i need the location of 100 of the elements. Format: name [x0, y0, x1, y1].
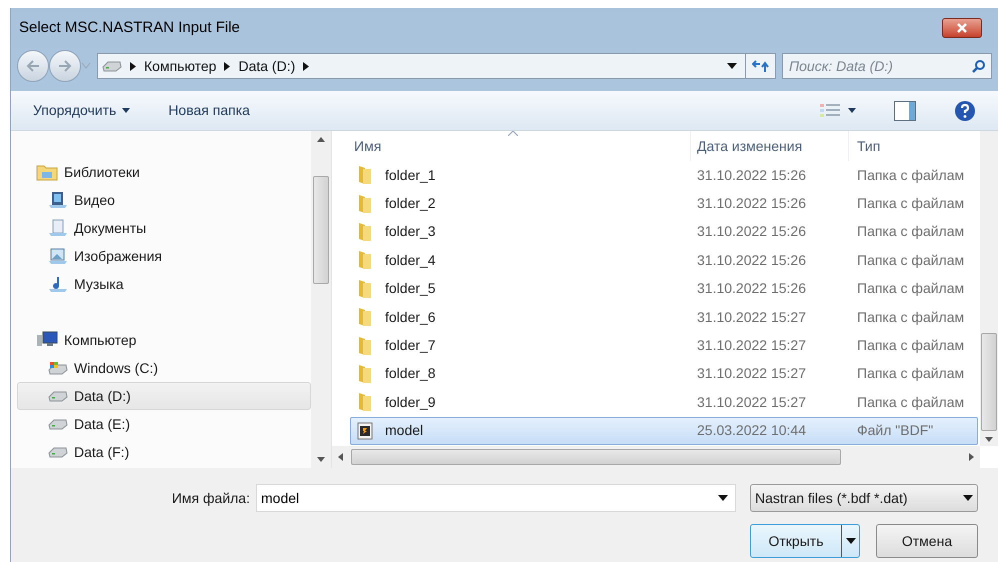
library-folder-icon	[36, 163, 58, 181]
filename-field[interactable]: model	[256, 484, 736, 512]
scroll-thumb[interactable]	[351, 449, 841, 465]
file-row[interactable]: folder_9 31.10.2022 15:27 Папка с файлам	[350, 388, 978, 417]
date-cell-text: 25.03.2022 10:44	[696, 421, 807, 440]
date-cell-text: 31.10.2022 15:26	[696, 279, 807, 298]
breadcrumb-arrow-icon[interactable]	[130, 62, 136, 70]
date-cell-text: 31.10.2022 15:27	[696, 336, 807, 356]
close-button[interactable]	[942, 18, 982, 38]
nav-item[interactable]: Windows (C:)	[17, 354, 311, 382]
new-folder-button[interactable]: Новая папка	[168, 100, 250, 121]
file-row[interactable]: folder_6 31.10.2022 15:27 Папка с файлам	[350, 302, 978, 332]
help-icon[interactable]	[954, 100, 976, 122]
file-row[interactable]: folder_1 31.10.2022 15:26 Папка с файлам	[350, 161, 978, 190]
file-row[interactable]: folder_7 31.10.2022 15:27 Папка с файлам	[350, 331, 978, 360]
nav-item[interactable]: Data (E:)	[17, 410, 311, 438]
scroll-thumb[interactable]	[313, 176, 329, 284]
file-type-dropdown[interactable]: Nastran files (*.bdf *.dat)	[750, 484, 978, 512]
dropdown-arrow-icon	[963, 495, 973, 501]
filename-label: Имя файла:	[172, 488, 250, 508]
scroll-thumb[interactable]	[981, 333, 997, 431]
date-cell-text: 31.10.2022 15:26	[696, 194, 807, 214]
file-row[interactable]: folder_2 31.10.2022 15:26 Папка с файлам	[350, 189, 978, 218]
folder-icon	[357, 336, 373, 356]
close-icon	[956, 23, 968, 33]
nav-item[interactable]: Музыка	[17, 270, 311, 298]
file-name: folder_6	[385, 308, 436, 327]
breadcrumb-link[interactable]: Data (D:)	[238, 56, 296, 76]
file-name: folder_7	[385, 336, 436, 356]
refresh-arrows-icon	[752, 59, 770, 73]
folder-icon	[357, 194, 373, 214]
type-cell-text: Папка с файлам	[856, 250, 966, 270]
type-cell-text: Папка с файлам	[856, 392, 966, 412]
drive-icon	[48, 446, 68, 458]
drive-icon	[48, 390, 68, 402]
folder-icon	[357, 278, 373, 299]
address-bar[interactable]: Компьютер Data (D:)	[97, 53, 776, 79]
breadcrumb-link[interactable]: Компьютер	[144, 56, 216, 76]
file-row[interactable]: model 25.03.2022 10:44 Файл "BDF"	[350, 416, 978, 445]
file-icon	[357, 422, 373, 440]
scroll-down-icon[interactable]	[985, 437, 993, 442]
file-row[interactable]: folder_8 31.10.2022 15:27 Папка с файлам	[350, 360, 978, 388]
view-dropdown-icon[interactable]	[848, 108, 856, 113]
list-scrollbar[interactable]	[980, 131, 998, 446]
type-cell-text: Папка с файлам	[856, 194, 966, 214]
computer-icon	[36, 331, 58, 349]
organize-button[interactable]: Упорядочить	[33, 100, 130, 121]
column-header[interactable]: Тип	[848, 131, 978, 161]
nav-item[interactable]: Изображения	[17, 242, 311, 270]
scroll-left-icon[interactable]	[338, 453, 343, 461]
nav-scrollbar[interactable]	[311, 131, 331, 468]
caret-icon	[122, 108, 130, 113]
drive-icon	[102, 60, 122, 72]
file-name: folder_8	[385, 364, 436, 384]
scroll-up-icon[interactable]	[317, 137, 325, 142]
preview-pane-icon[interactable]	[894, 100, 916, 120]
file-name: folder_9	[385, 392, 436, 412]
type-cell-text: Папка с файлам	[856, 222, 966, 242]
date-cell-text: 31.10.2022 15:27	[696, 364, 807, 384]
file-row[interactable]: folder_3 31.10.2022 15:26 Папка с файлам	[350, 218, 978, 246]
file-name: folder_3	[385, 222, 436, 242]
scroll-right-icon[interactable]	[969, 453, 974, 461]
breadcrumb-arrow-icon[interactable]	[303, 62, 310, 70]
file-name: folder_5	[385, 279, 436, 298]
image-icon	[48, 247, 68, 265]
date-cell-text: 31.10.2022 15:26	[696, 250, 807, 270]
column-header[interactable]: Дата изменения	[690, 131, 848, 161]
file-name: model	[385, 421, 424, 440]
dropdown-arrow-icon[interactable]	[846, 538, 856, 544]
nav-item[interactable]: Библиотеки	[17, 158, 311, 186]
forward-arrow-icon	[57, 59, 73, 73]
nav-item[interactable]: Data (F:)	[17, 438, 311, 466]
date-cell-text: 31.10.2022 15:26	[696, 222, 807, 242]
document-icon	[48, 219, 68, 237]
cancel-button[interactable]: Отмена	[876, 524, 978, 558]
type-cell-text: Папка с файлам	[856, 279, 966, 298]
address-dropdown-icon[interactable]	[727, 63, 737, 69]
date-cell-text: 31.10.2022 15:27	[696, 308, 807, 327]
search-icon	[972, 59, 986, 73]
nav-item[interactable]: Документы	[17, 214, 311, 242]
scroll-down-icon[interactable]	[317, 457, 325, 462]
date-cell-text: 31.10.2022 15:27	[696, 392, 807, 412]
type-cell-text: Папка с файлам	[856, 364, 966, 384]
folder-icon	[357, 250, 373, 270]
nav-item[interactable]: Видео	[17, 186, 311, 214]
dropdown-arrow-icon[interactable]	[718, 495, 728, 501]
search-field[interactable]: Поиск: Data (D:)	[782, 53, 992, 79]
breadcrumb-arrow-icon[interactable]	[224, 62, 230, 70]
file-row[interactable]: folder_4 31.10.2022 15:26 Папка с файлам	[350, 246, 978, 275]
open-split-button[interactable]: Открыть	[750, 524, 860, 558]
folder-icon	[357, 165, 373, 186]
column-header[interactable]: Имя	[350, 131, 690, 161]
horizontal-scrollbar[interactable]	[332, 446, 980, 468]
view-list-icon[interactable]	[820, 102, 840, 118]
type-cell-text: Папка с файлам	[856, 166, 966, 185]
nav-item[interactable]: Data (D:)	[17, 382, 311, 410]
nav-item[interactable]: Компьютер	[17, 326, 311, 354]
file-row[interactable]: folder_5 31.10.2022 15:26 Папка с файлам	[350, 274, 978, 303]
type-cell-text: Файл "BDF"	[856, 421, 934, 440]
file-name: folder_4	[385, 250, 436, 270]
